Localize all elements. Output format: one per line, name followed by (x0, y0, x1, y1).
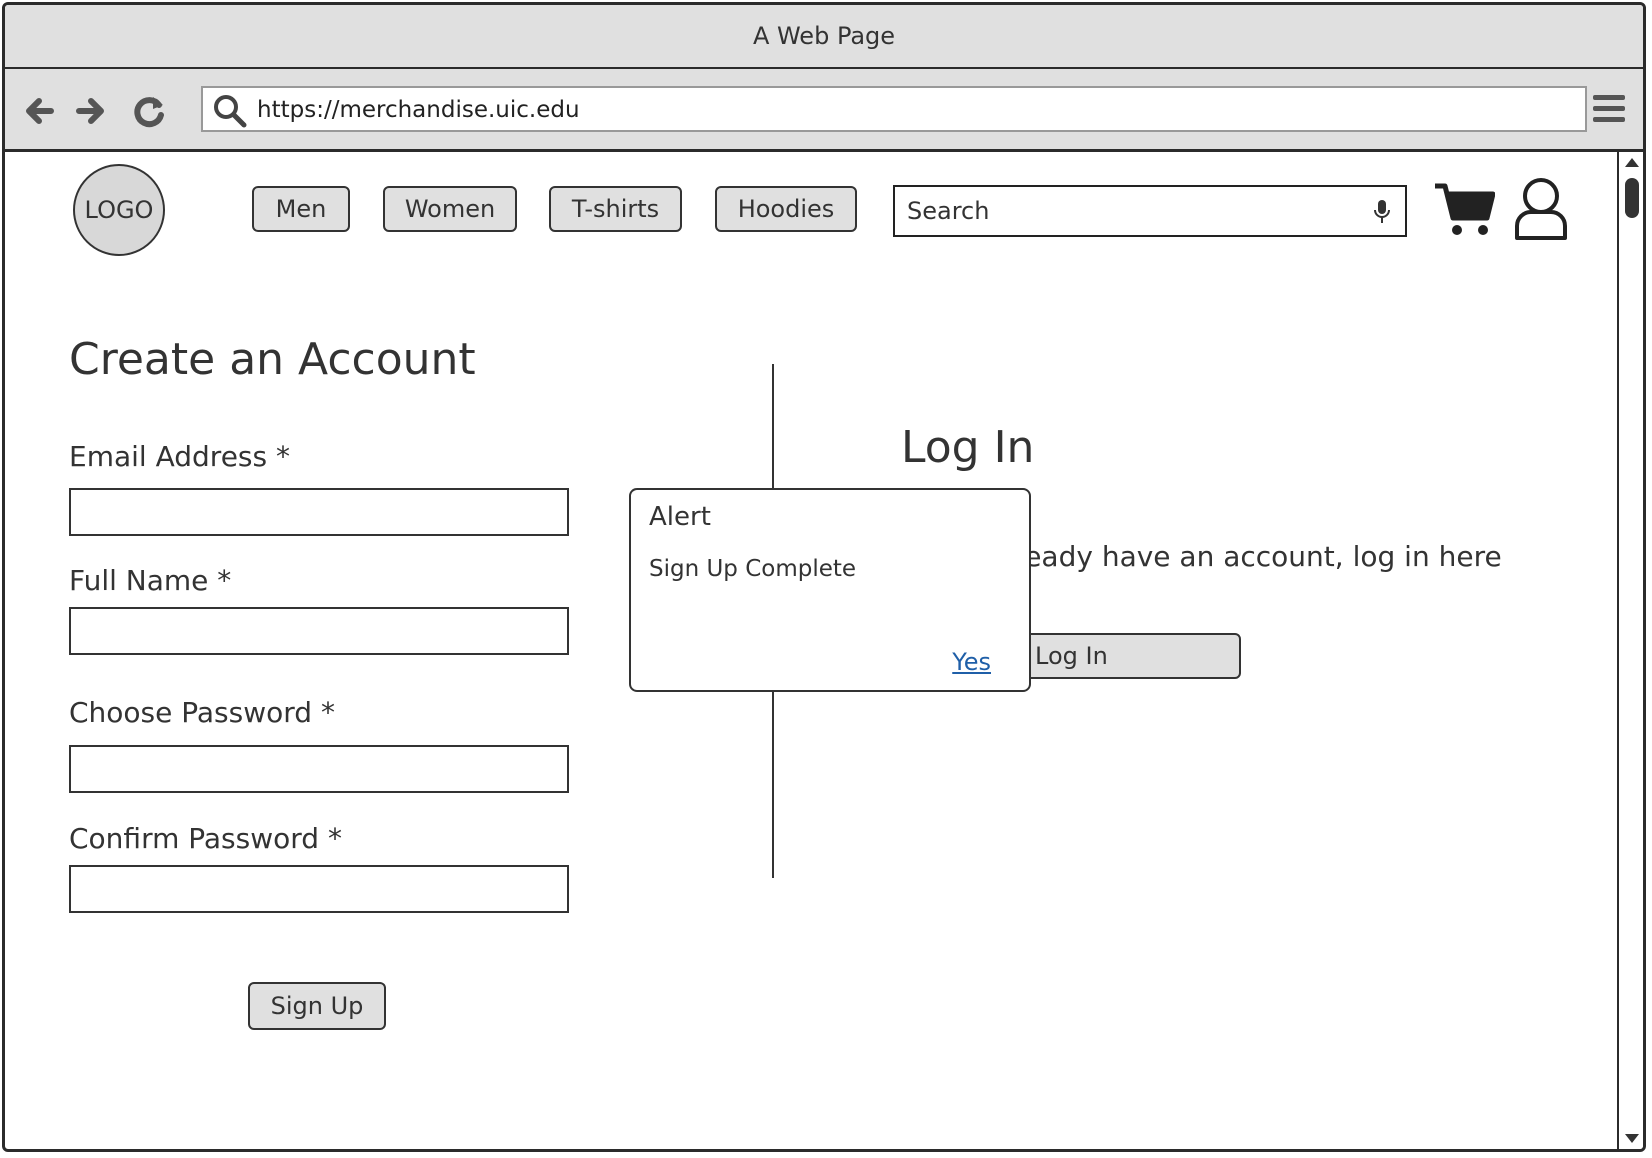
nav-hoodies-button[interactable]: Hoodies (715, 186, 857, 232)
vertical-scrollbar[interactable] (1617, 152, 1643, 1149)
login-title: Log In (901, 422, 1035, 473)
scroll-up-arrow-icon[interactable] (1625, 158, 1639, 167)
sign-up-button[interactable]: Sign Up (248, 982, 386, 1030)
alert-title: Alert (649, 502, 711, 532)
search-input[interactable]: Search (893, 185, 1407, 237)
site-logo[interactable]: LOGO (73, 164, 165, 256)
alert-message: Sign Up Complete (649, 556, 857, 582)
shopping-cart-icon[interactable] (1433, 182, 1495, 238)
email-field[interactable] (69, 488, 569, 536)
page-content: LOGO Men Women T-shirts Hoodies Search C… (5, 152, 1643, 1149)
full-name-label: Full Name * (69, 564, 232, 597)
password-label: Choose Password * (69, 696, 335, 729)
search-placeholder: Search (907, 197, 990, 225)
browser-toolbar: https://merchandise.uic.edu (5, 69, 1643, 152)
email-label: Email Address * (69, 440, 290, 473)
confirm-password-label: Confirm Password * (69, 822, 342, 855)
nav-men-button[interactable]: Men (252, 186, 350, 232)
url-text: https://merchandise.uic.edu (257, 97, 580, 123)
nav-women-button[interactable]: Women (383, 186, 517, 232)
nav-tshirts-button[interactable]: T-shirts (549, 186, 682, 232)
back-arrow-icon[interactable] (21, 91, 61, 131)
scroll-down-arrow-icon[interactable] (1625, 1134, 1639, 1143)
alert-dialog: Alert Sign Up Complete Yes (629, 488, 1031, 692)
reload-icon[interactable] (129, 91, 169, 131)
confirm-password-field[interactable] (69, 865, 569, 913)
browser-window: A Web Page https://merchandise.uic.edu L… (2, 2, 1646, 1152)
alert-yes-link[interactable]: Yes (952, 648, 991, 676)
scroll-thumb[interactable] (1625, 178, 1639, 218)
search-icon (214, 95, 247, 128)
address-bar[interactable]: https://merchandise.uic.edu (201, 86, 1587, 132)
full-name-field[interactable] (69, 607, 569, 655)
log-in-button[interactable]: Log In (1005, 633, 1241, 679)
microphone-icon[interactable] (1373, 199, 1391, 225)
user-icon[interactable] (1513, 176, 1569, 242)
hamburger-menu-icon[interactable] (1591, 91, 1627, 127)
signup-title: Create an Account (69, 334, 476, 385)
forward-arrow-icon[interactable] (71, 91, 111, 131)
password-field[interactable] (69, 745, 569, 793)
window-title: A Web Page (752, 22, 896, 50)
window-titlebar: A Web Page (5, 5, 1643, 69)
